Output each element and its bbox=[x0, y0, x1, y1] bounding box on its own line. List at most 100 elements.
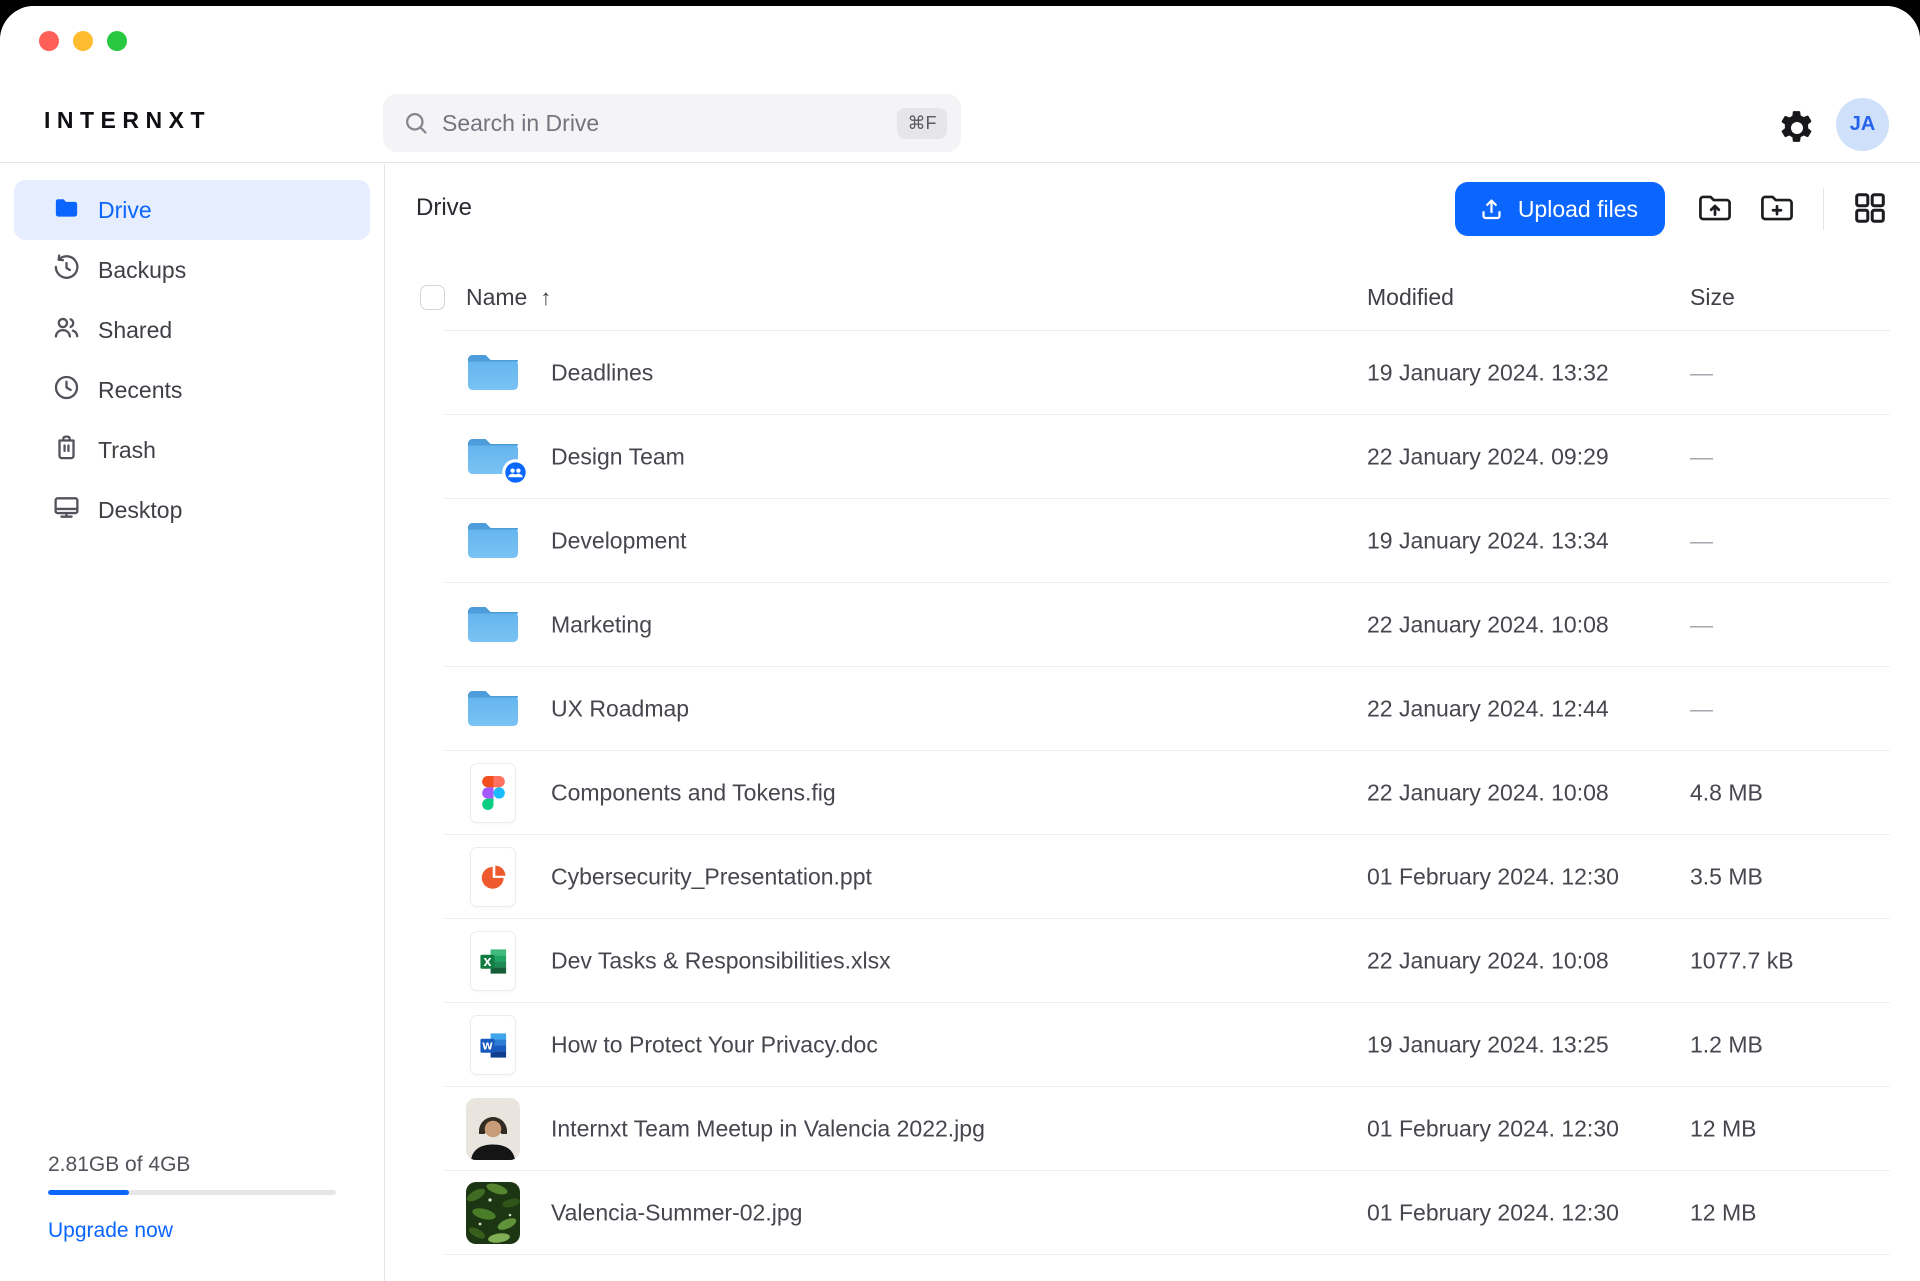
search-shortcut-badge: ⌘F bbox=[897, 108, 947, 139]
file-modified-date: 01 February 2024. 12:30 bbox=[1367, 1200, 1619, 1227]
figma-file-icon bbox=[470, 763, 516, 823]
file-row[interactable]: Deadlines 19 January 2024. 13:32 — bbox=[385, 331, 1920, 415]
upload-icon bbox=[1478, 196, 1505, 223]
file-name[interactable]: Components and Tokens.fig bbox=[551, 780, 836, 807]
sidebar-item-desktop[interactable]: Desktop bbox=[14, 480, 370, 540]
folder-icon bbox=[466, 519, 520, 563]
gear-icon bbox=[1777, 108, 1817, 148]
excel-file-icon: X bbox=[470, 931, 516, 991]
storage-usage-text: 2.81GB of 4GB bbox=[48, 1153, 336, 1177]
file-modified-date: 01 February 2024. 12:30 bbox=[1367, 864, 1619, 891]
sidebar-item-shared[interactable]: Shared bbox=[14, 300, 370, 360]
file-name[interactable]: Deadlines bbox=[551, 360, 653, 387]
file-modified-date: 19 January 2024. 13:25 bbox=[1367, 1032, 1609, 1059]
clock-icon bbox=[52, 373, 81, 402]
page-title: Drive bbox=[416, 194, 472, 222]
file-name[interactable]: Marketing bbox=[551, 612, 652, 639]
storage-progress-bar bbox=[48, 1190, 336, 1195]
file-name[interactable]: Development bbox=[551, 528, 687, 555]
file-size: — bbox=[1690, 444, 1713, 471]
file-row[interactable]: Cybersecurity_Presentation.ppt 01 Februa… bbox=[385, 835, 1920, 919]
file-row[interactable]: UX Roadmap 22 January 2024. 12:44 — bbox=[385, 667, 1920, 751]
sidebar-item-label: Drive bbox=[98, 197, 152, 224]
sidebar-item-label: Shared bbox=[98, 317, 172, 344]
file-name[interactable]: Cybersecurity_Presentation.ppt bbox=[551, 864, 872, 891]
photo-thumbnail bbox=[466, 1098, 520, 1160]
file-name[interactable]: Valencia-Summer-02.jpg bbox=[551, 1200, 802, 1227]
upgrade-now-link[interactable]: Upgrade now bbox=[48, 1219, 336, 1243]
storage-progress-fill bbox=[48, 1190, 129, 1195]
avatar[interactable]: JA bbox=[1836, 98, 1889, 151]
minimize-button[interactable] bbox=[73, 31, 93, 51]
desktop-icon bbox=[52, 493, 81, 522]
column-header-name[interactable]: Name ↑ bbox=[466, 284, 551, 311]
file-row[interactable]: X Dev Tasks & Responsibilities.xlsx 22 J… bbox=[385, 919, 1920, 1003]
grid-view-button[interactable] bbox=[1850, 189, 1890, 229]
file-size: 1077.7 kB bbox=[1690, 948, 1794, 975]
close-button[interactable] bbox=[39, 31, 59, 51]
file-name[interactable]: Internxt Team Meetup in Valencia 2022.jp… bbox=[551, 1116, 985, 1143]
shared-badge-icon bbox=[502, 459, 529, 486]
shared-folder-icon bbox=[466, 435, 520, 479]
folder-icon bbox=[466, 603, 520, 647]
select-all-checkbox[interactable] bbox=[420, 285, 445, 310]
file-name[interactable]: Dev Tasks & Responsibilities.xlsx bbox=[551, 948, 891, 975]
svg-text:W: W bbox=[482, 1041, 493, 1052]
search-input[interactable] bbox=[442, 110, 897, 137]
folder-upload-icon bbox=[1696, 189, 1734, 227]
sidebar-item-backups[interactable]: Backups bbox=[14, 240, 370, 300]
file-row[interactable]: Internxt Team Meetup in Valencia 2022.jp… bbox=[385, 1087, 1920, 1171]
file-row[interactable]: W How to Protect Your Privacy.doc 19 Jan… bbox=[385, 1003, 1920, 1087]
search-bar[interactable]: ⌘F bbox=[383, 94, 961, 152]
file-size: — bbox=[1690, 360, 1713, 387]
file-modified-date: 22 January 2024. 10:08 bbox=[1367, 780, 1609, 807]
sidebar-item-trash[interactable]: Trash bbox=[14, 420, 370, 480]
history-icon bbox=[52, 253, 81, 282]
grid-view-icon bbox=[1851, 189, 1889, 227]
file-name[interactable]: How to Protect Your Privacy.doc bbox=[551, 1032, 878, 1059]
folder-icon bbox=[466, 687, 520, 731]
new-folder-button[interactable] bbox=[1757, 189, 1797, 229]
sidebar-item-label: Backups bbox=[98, 257, 186, 284]
file-modified-date: 22 January 2024. 12:44 bbox=[1367, 696, 1609, 723]
maximize-button[interactable] bbox=[107, 31, 127, 51]
file-size: 12 MB bbox=[1690, 1116, 1756, 1143]
file-size: — bbox=[1690, 612, 1713, 639]
column-header-modified[interactable]: Modified bbox=[1367, 284, 1454, 311]
folder-icon bbox=[52, 193, 81, 222]
sidebar-item-recents[interactable]: Recents bbox=[14, 360, 370, 420]
search-icon bbox=[403, 110, 430, 137]
upload-files-label: Upload files bbox=[1518, 196, 1638, 223]
window-controls bbox=[39, 31, 127, 51]
column-header-size[interactable]: Size bbox=[1690, 284, 1735, 311]
file-name[interactable]: Design Team bbox=[551, 444, 685, 471]
file-modified-date: 19 January 2024. 13:34 bbox=[1367, 528, 1609, 555]
file-modified-date: 22 January 2024. 10:08 bbox=[1367, 612, 1609, 639]
file-list: Deadlines 19 January 2024. 13:32 — Desig… bbox=[385, 331, 1920, 1281]
upload-folder-button[interactable] bbox=[1695, 189, 1735, 229]
sidebar-item-label: Trash bbox=[98, 437, 156, 464]
file-row[interactable]: Components and Tokens.fig 22 January 202… bbox=[385, 751, 1920, 835]
file-size: — bbox=[1690, 528, 1713, 555]
sidebar-item-label: Recents bbox=[98, 377, 182, 404]
folder-icon bbox=[466, 351, 520, 395]
file-modified-date: 01 February 2024. 12:30 bbox=[1367, 1116, 1619, 1143]
upload-files-button[interactable]: Upload files bbox=[1455, 182, 1665, 236]
sidebar-nav: Drive Backups Shared Recents Trash Deskt… bbox=[0, 164, 384, 540]
file-row[interactable]: Design Team 22 January 2024. 09:29 — bbox=[385, 415, 1920, 499]
file-size: — bbox=[1690, 696, 1713, 723]
file-modified-date: 22 January 2024. 10:08 bbox=[1367, 948, 1609, 975]
file-name[interactable]: UX Roadmap bbox=[551, 696, 689, 723]
file-row[interactable]: Valencia-Summer-02.jpg 01 February 2024.… bbox=[385, 1171, 1920, 1255]
file-row[interactable]: Development 19 January 2024. 13:34 — bbox=[385, 499, 1920, 583]
svg-text:X: X bbox=[483, 955, 491, 968]
sidebar-item-drive[interactable]: Drive bbox=[14, 180, 370, 240]
file-modified-date: 19 January 2024. 13:32 bbox=[1367, 360, 1609, 387]
table-header: Name ↑ Modified Size bbox=[385, 264, 1920, 331]
settings-button[interactable] bbox=[1774, 106, 1820, 152]
file-row[interactable]: Marketing 22 January 2024. 10:08 — bbox=[385, 583, 1920, 667]
powerpoint-file-icon bbox=[470, 847, 516, 907]
toolbar: Upload files bbox=[1455, 182, 1890, 236]
users-icon bbox=[52, 313, 81, 342]
photo-thumbnail bbox=[466, 1182, 520, 1244]
